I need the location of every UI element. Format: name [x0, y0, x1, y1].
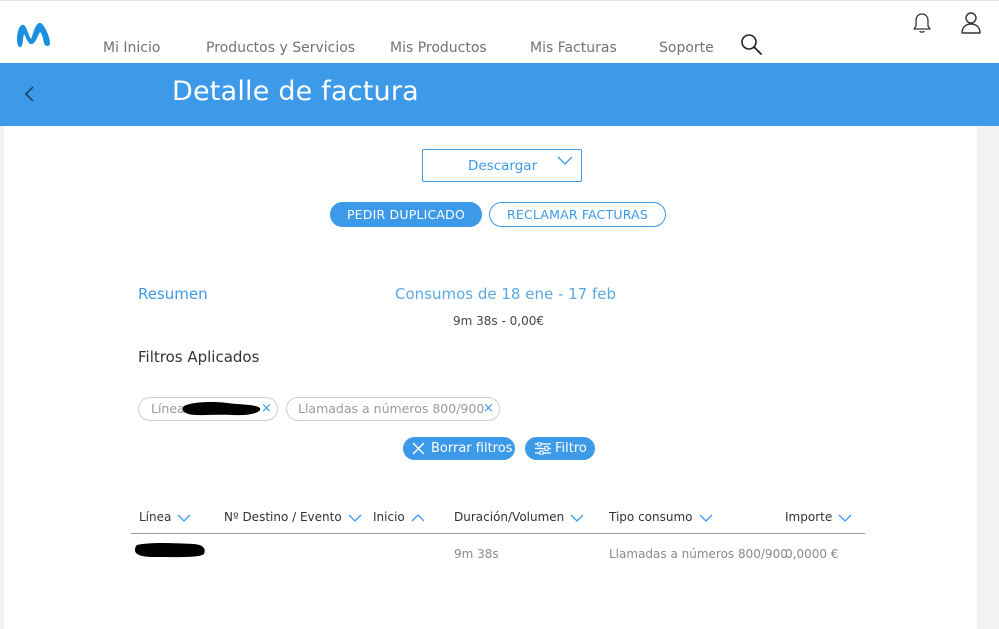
chevron-down-icon: [699, 514, 712, 522]
filter-button[interactable]: Filtro: [525, 437, 595, 460]
column-header-label: Nº Destino / Evento: [224, 510, 342, 524]
filter-button-label: Filtro: [555, 441, 587, 456]
cell-amount: 0,0000 €: [785, 547, 839, 561]
chevron-down-icon: [177, 514, 191, 522]
top-navigation: Mi Inicio Productos y Servicios Mis Prod…: [0, 0, 999, 63]
download-dropdown-label: Descargar: [468, 158, 538, 174]
claim-invoices-button[interactable]: RECLAMAR FACTURAS: [489, 202, 666, 227]
user-icon[interactable]: [959, 11, 983, 35]
chevron-up-icon: [411, 513, 425, 521]
page-header: Detalle de factura: [0, 63, 999, 126]
consumption-period: Consumos de 18 ene - 17 feb: [395, 285, 617, 303]
close-icon[interactable]: ×: [261, 398, 272, 420]
bell-icon[interactable]: [911, 12, 933, 34]
nav-mis-facturas[interactable]: Mis Facturas: [530, 40, 617, 56]
column-header-label: Tipo consumo: [609, 510, 693, 524]
chevron-down-icon: [348, 514, 362, 522]
nav-productos-servicios[interactable]: Productos y Servicios: [206, 40, 355, 56]
column-header-linea[interactable]: Línea: [139, 510, 191, 524]
column-header-label: Línea: [139, 510, 172, 524]
column-header-inicio[interactable]: Inicio: [373, 510, 425, 524]
redacted-phone-number: [182, 402, 261, 416]
cell-duration: 9m 38s: [454, 547, 499, 561]
clear-filters-label: Borrar filtros: [431, 441, 513, 456]
close-icon[interactable]: ×: [483, 398, 494, 420]
download-dropdown[interactable]: Descargar: [422, 149, 582, 182]
filter-chip-label: Llamadas a números 800/900: [298, 401, 485, 416]
chevron-down-icon: [557, 156, 573, 165]
nav-soporte[interactable]: Soporte: [659, 40, 714, 56]
filter-chip-label: Línea: [151, 401, 185, 416]
chevron-down-icon: [570, 514, 584, 522]
chevron-down-icon: [838, 514, 852, 522]
sliders-icon: [535, 442, 551, 455]
applied-filters-title: Filtros Aplicados: [138, 348, 260, 366]
clear-filters-button[interactable]: Borrar filtros: [403, 437, 515, 460]
cell-consumption-type: Llamadas a números 800/900: [609, 547, 788, 561]
column-header-label: Importe: [785, 510, 833, 524]
nav-mi-inicio[interactable]: Mi Inicio: [103, 40, 160, 56]
redacted-phone-number: [135, 543, 205, 558]
column-header-label: Duración/Volumen: [454, 510, 565, 524]
close-icon: [412, 442, 425, 455]
column-header-label: Inicio: [373, 510, 405, 524]
summary-label[interactable]: Resumen: [138, 285, 208, 303]
filter-chip-llamadas[interactable]: Llamadas a números 800/900 ×: [286, 397, 500, 421]
consumption-total: 9m 38s - 0,00€: [453, 314, 544, 328]
search-icon[interactable]: [739, 32, 763, 56]
movistar-logo[interactable]: [14, 15, 54, 51]
column-header-duracion[interactable]: Duración/Volumen: [454, 510, 584, 524]
column-header-tipo[interactable]: Tipo consumo: [609, 510, 713, 524]
page-title: Detalle de factura: [172, 76, 419, 107]
nav-mis-productos[interactable]: Mis Productos: [390, 40, 487, 56]
column-header-importe[interactable]: Importe: [785, 510, 852, 524]
back-arrow-icon[interactable]: [21, 83, 39, 105]
request-duplicate-button[interactable]: PEDIR DUPLICADO: [330, 202, 482, 227]
table-header-divider: [131, 533, 865, 534]
filter-chip-linea[interactable]: Línea ×: [138, 397, 278, 421]
column-header-destino[interactable]: Nº Destino / Evento: [224, 510, 362, 524]
